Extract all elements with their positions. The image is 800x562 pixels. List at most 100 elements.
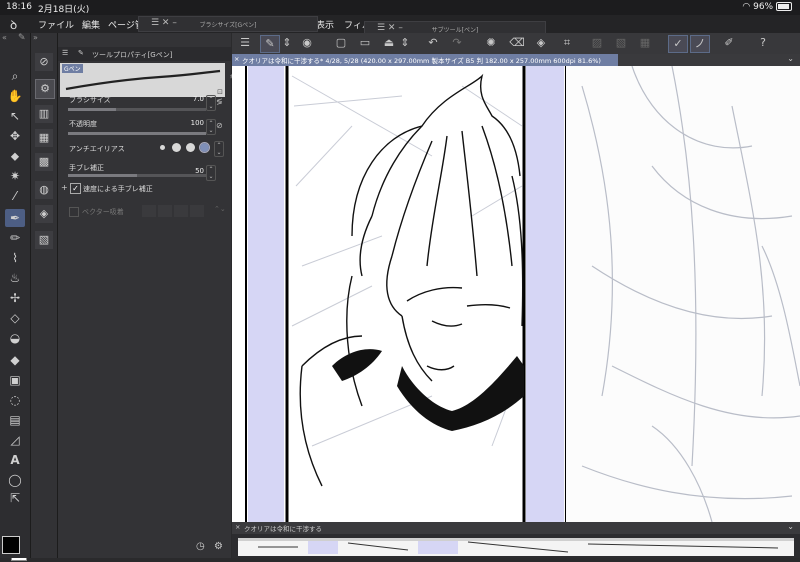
brush-size-stepper[interactable]: ⌃ ⌄ [206, 95, 216, 111]
color-swatches[interactable] [2, 536, 28, 562]
balloon-icon[interactable]: ◯ [5, 471, 25, 489]
invert-icon[interactable]: ▧ [612, 35, 630, 51]
pen-settings-icon[interactable]: ✎ [18, 33, 26, 43]
antialias-label: アンチエイリアス [69, 145, 125, 153]
palette-menu-icon[interactable]: ☰ [62, 49, 68, 57]
operation-icon[interactable]: ↖ [5, 107, 25, 125]
main-color[interactable] [2, 536, 20, 554]
save-icon[interactable]: ⏏ [380, 35, 398, 51]
decoration-icon[interactable]: ✢ [5, 289, 25, 307]
menu-view[interactable]: 表示 [316, 18, 334, 31]
selection-tool-icon[interactable]: ⬥ [5, 147, 25, 165]
antialias-strong-option[interactable] [199, 142, 210, 153]
eraser-tool-icon[interactable]: ◇ [5, 309, 25, 327]
fill-tool-icon[interactable]: ◆ [5, 351, 25, 369]
navigator-title: クオリアは令和に干渉する [244, 525, 322, 533]
antialias-medium-option[interactable] [186, 143, 195, 152]
auto-select-icon[interactable]: ✷ [5, 167, 25, 185]
app-logo-icon[interactable]: ꝺ [10, 16, 17, 33]
pen-tool-icon[interactable]: ✒ [5, 209, 25, 227]
close-icon[interactable]: × [235, 523, 240, 531]
blend-icon[interactable]: ◒ [5, 329, 25, 347]
updown-icon[interactable]: ⇕ [282, 35, 292, 51]
speed-stabilization-checkbox[interactable]: ✓ [70, 183, 81, 194]
selection-icon[interactable]: ▦ [636, 35, 654, 51]
canvas-tab[interactable]: × クオリアは令和に干渉する* 4/28, 5/28 (420.00 x 297… [232, 54, 618, 66]
transform-icon[interactable]: ⌗ [558, 35, 576, 51]
brush-size-slider[interactable] [68, 108, 206, 111]
antialias-none-option[interactable] [160, 145, 165, 150]
color-wheel-icon[interactable]: ◍ [35, 181, 53, 199]
chevron-down-icon[interactable]: ⌄ [787, 522, 794, 531]
menu-edit[interactable]: 編集 [82, 18, 100, 31]
opacity-stepper[interactable]: ⌃ ⌄ [206, 119, 216, 135]
undo-icon[interactable]: ↶ [424, 35, 442, 51]
tab-close-icon[interactable]: × [234, 55, 239, 63]
eraser-icon[interactable]: ✐ [720, 35, 738, 51]
snap-option-2[interactable] [158, 205, 172, 217]
brush-size-palette[interactable]: ☰ ✕ – ブラシサイズ[Gペン] [138, 16, 318, 32]
new-file-icon[interactable]: ▢ [332, 35, 350, 51]
hand-icon[interactable]: ✋ [5, 87, 25, 105]
pen-icon[interactable]: ✓ [668, 35, 688, 53]
pressure-icon[interactable]: ≶ [216, 97, 223, 106]
brush-tool-icon[interactable]: ⌇ [5, 249, 25, 267]
stabilization-stepper[interactable]: ⌃ ⌄ [206, 165, 216, 181]
layer-icon[interactable]: ▥ [35, 105, 53, 123]
open-folder-icon[interactable]: ▭ [356, 35, 374, 51]
clear-icon[interactable]: ⌫ [508, 35, 526, 51]
canvas[interactable] [232, 66, 800, 522]
redo-icon[interactable]: ↷ [448, 35, 466, 51]
text-icon[interactable]: A [5, 451, 25, 469]
snap-option-4[interactable] [190, 205, 204, 217]
help-icon[interactable]: ? [754, 35, 772, 51]
brush-icon[interactable]: ノ [690, 35, 710, 53]
vector-snap-checkbox[interactable] [69, 207, 79, 217]
opacity-value[interactable]: 100 [184, 119, 204, 127]
ruler-icon[interactable]: ◿ [5, 431, 25, 449]
zoom-icon[interactable]: ⌕ [5, 67, 25, 85]
page-icon[interactable]: ▩ [35, 153, 53, 171]
brush-stroke-preview [65, 69, 221, 91]
antialias-stepper[interactable]: ⌃ ⌄ [214, 141, 224, 157]
collapse-icon[interactable]: « [2, 33, 7, 42]
stabilization-value[interactable]: 50 [184, 167, 204, 175]
sub-tool-settings-icon[interactable]: ⚙ [35, 79, 55, 99]
snap-stepper[interactable]: ⌃⌄ [214, 205, 226, 213]
reset-icon[interactable]: ◷ [196, 541, 205, 552]
fill-icon[interactable]: ◈ [532, 35, 550, 51]
canvas-tab-title: クオリアは令和に干渉する* 4/28, 5/28 (420.00 x 297.0… [242, 57, 601, 65]
updown-icon[interactable]: ⇕ [400, 35, 410, 51]
expand-icon[interactable]: + [61, 183, 68, 192]
menu-file[interactable]: ファイル [38, 18, 74, 31]
vector-snap-row: ベクター吸着 ⌃⌄ [58, 205, 228, 221]
pencil-icon[interactable]: ✏ [5, 229, 25, 247]
draw-mode-icon[interactable]: ✎ [260, 35, 280, 53]
eyedropper-icon[interactable]: ⁄ [5, 187, 25, 205]
deselect-icon[interactable]: ▨ [588, 35, 606, 51]
collapse-icon[interactable]: » [33, 33, 38, 42]
gradient-icon[interactable]: ▣ [5, 371, 25, 389]
material-icon[interactable]: ▦ [35, 129, 53, 147]
frame-icon[interactable]: ▤ [5, 411, 25, 429]
antialias-weak-option[interactable] [172, 143, 181, 152]
menu-toggle-icon[interactable]: ☰ [236, 35, 254, 51]
opacity-slider[interactable] [68, 132, 206, 135]
sub-tool-pen-icon[interactable]: ⊘ [35, 53, 53, 71]
page-thumbnail-strip[interactable] [238, 538, 794, 556]
battery-percent: 96% [753, 2, 774, 12]
opacity-setting-icon[interactable]: ⊘ [216, 121, 223, 130]
layer-stack-icon[interactable]: ◈ [35, 205, 53, 223]
snap-option-3[interactable] [174, 205, 188, 217]
navigator-icon[interactable]: ▧ [35, 231, 53, 249]
chevron-down-icon[interactable]: ⌄ [787, 54, 794, 63]
move-icon[interactable]: ✥ [5, 127, 25, 145]
brush-size-value[interactable]: 7.0 [184, 95, 204, 103]
canvas-artwork [232, 66, 800, 522]
correct-line-icon[interactable]: ⇱ [5, 489, 25, 507]
settings-icon[interactable]: ⚙ [214, 541, 223, 552]
view-icon[interactable]: ◉ [298, 35, 316, 51]
airbrush-icon[interactable]: ♨ [5, 269, 25, 287]
figure-icon[interactable]: ◌ [5, 391, 25, 409]
snap-option-1[interactable] [142, 205, 156, 217]
